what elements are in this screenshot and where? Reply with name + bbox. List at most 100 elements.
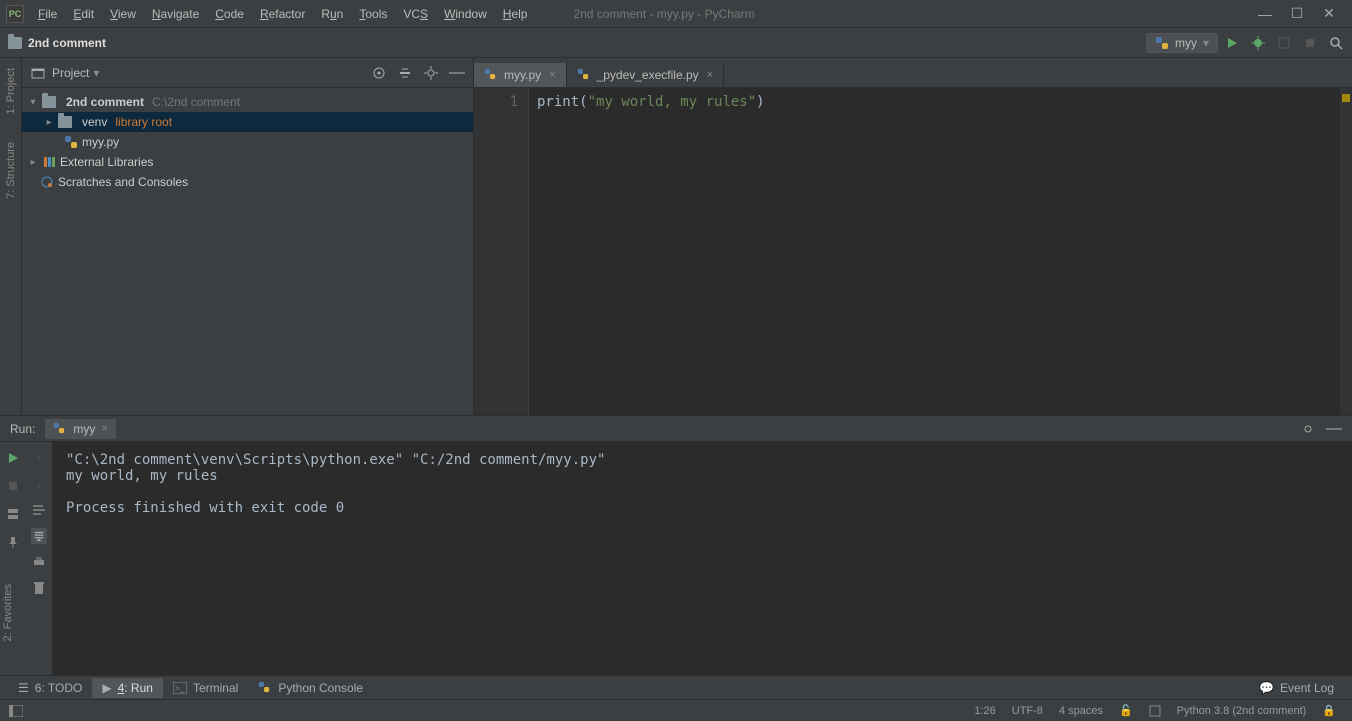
editor-error-stripe[interactable] <box>1340 88 1352 415</box>
code-fn: print <box>537 94 579 110</box>
search-icon[interactable] <box>1328 35 1344 51</box>
menu-tools[interactable]: Tools <box>353 5 393 23</box>
collapse-all-icon[interactable] <box>397 65 413 81</box>
debug-button[interactable] <box>1250 35 1266 51</box>
rerun-button[interactable] <box>5 450 21 466</box>
close-icon[interactable]: × <box>549 69 555 81</box>
bottom-tab-todo[interactable]: ☰ 6: TODO <box>8 678 92 698</box>
coverage-button[interactable] <box>1276 35 1292 51</box>
gear-icon[interactable] <box>1300 421 1316 437</box>
minimize-button[interactable]: — <box>1258 7 1272 21</box>
menu-help[interactable]: Help <box>497 5 534 23</box>
sidebar-tab-favorites[interactable]: 2: Favorites <box>0 580 16 645</box>
libraries-icon <box>42 155 56 169</box>
up-arrow-icon[interactable]: ↑ <box>31 450 47 466</box>
down-arrow-icon[interactable]: ↓ <box>31 476 47 492</box>
hide-icon[interactable]: — <box>1326 421 1342 437</box>
scroll-to-end-icon[interactable] <box>31 528 47 544</box>
tree-scratches[interactable]: Scratches and Consoles <box>22 172 473 192</box>
chevron-right-icon[interactable]: ▸ <box>28 157 38 168</box>
project-pane-title[interactable]: Project <box>52 66 89 80</box>
tree-root-name: 2nd comment <box>66 95 144 109</box>
sidebar-tab-structure[interactable]: 7: Structure <box>3 138 19 203</box>
editor-tab-pydev[interactable]: _pydev_execfile.py × <box>567 63 725 87</box>
close-icon[interactable]: × <box>101 423 107 435</box>
trash-icon[interactable] <box>31 580 47 596</box>
chevron-down-icon[interactable]: ▾ <box>28 97 38 108</box>
code-string: "my world, my rules" <box>588 94 757 110</box>
pin-button[interactable] <box>5 534 21 550</box>
editor-body[interactable]: 1 print("my world, my rules") <box>474 88 1352 415</box>
run-button[interactable] <box>1224 35 1240 51</box>
folder-icon <box>8 37 22 49</box>
bottom-tab-terminal[interactable]: >_ Terminal <box>163 678 248 698</box>
editor-tab-myy[interactable]: myy.py × <box>474 63 567 87</box>
editor-gutter: 1 <box>474 88 529 415</box>
hide-icon[interactable]: — <box>449 65 465 81</box>
layout-button[interactable] <box>5 506 21 522</box>
bottom-tool-tabs: ☰ 6: TODO ▶ 4: Run >_ Terminal Python Co… <box>0 675 1352 699</box>
maximize-button[interactable]: ☐ <box>1290 7 1304 21</box>
tab-label: _pydev_execfile.py <box>597 68 699 82</box>
chevron-down-icon: ▾ <box>1203 36 1209 50</box>
run-tab-myy[interactable]: myy × <box>45 419 115 439</box>
event-log-icon: 💬 <box>1259 681 1274 695</box>
tree-venv[interactable]: ▸ venv library root <box>22 112 473 132</box>
python-file-icon <box>64 135 78 149</box>
run-console[interactable]: "C:\2nd comment\venv\Scripts\python.exe"… <box>52 442 1352 675</box>
line-number: 1 <box>474 94 518 110</box>
warning-marker[interactable] <box>1342 94 1350 102</box>
gear-icon[interactable] <box>423 65 439 81</box>
tool-windows-icon[interactable] <box>8 703 24 719</box>
editor-code[interactable]: print("my world, my rules") <box>529 88 1340 415</box>
close-icon[interactable]: × <box>707 69 713 81</box>
bottom-tab-label: Terminal <box>193 681 238 695</box>
sidebar-tab-project[interactable]: 1: Project <box>3 64 19 118</box>
menu-view[interactable]: View <box>104 5 142 23</box>
menu-vcs[interactable]: VCS <box>397 5 434 23</box>
menu-bar: File Edit View Navigate Code Refactor Ru… <box>32 5 533 23</box>
menu-run[interactable]: Run <box>315 5 349 23</box>
tree-root[interactable]: ▾ 2nd comment C:\2nd comment <box>22 92 473 112</box>
tree-external-libraries[interactable]: ▸ External Libraries <box>22 152 473 172</box>
bottom-tab-event-log[interactable]: 💬 Event Log <box>1249 678 1344 698</box>
menu-code[interactable]: Code <box>209 5 250 23</box>
chevron-down-icon[interactable]: ▾ <box>93 66 99 80</box>
status-encoding[interactable]: UTF-8 <box>1004 705 1051 717</box>
stop-button[interactable] <box>1302 35 1318 51</box>
run-config-selector[interactable]: myy ▾ <box>1146 33 1218 53</box>
python-icon <box>258 681 272 695</box>
menu-edit[interactable]: Edit <box>67 5 100 23</box>
project-tree[interactable]: ▾ 2nd comment C:\2nd comment ▸ venv libr… <box>22 88 473 196</box>
bottom-tab-python-console[interactable]: Python Console <box>248 678 373 698</box>
menu-file[interactable]: File <box>32 5 63 23</box>
status-caret-pos[interactable]: 1:26 <box>966 705 1003 717</box>
bottom-tab-run[interactable]: ▶ 4: Run <box>92 678 163 698</box>
chevron-right-icon[interactable]: ▸ <box>44 117 54 128</box>
status-indent[interactable]: 4 spaces <box>1051 705 1111 717</box>
tree-file-name: myy.py <box>82 135 119 149</box>
status-lock-icon[interactable]: 🔒 <box>1314 704 1344 717</box>
print-icon[interactable] <box>31 554 47 570</box>
run-tool-window: Run: myy × — ↑ ↓ "C:\2nd comment\venv\Sc… <box>0 415 1352 675</box>
status-interpreter[interactable]: Python 3.8 (2nd comment) <box>1169 705 1315 717</box>
python-file-icon <box>577 68 591 82</box>
tree-scratches-label: Scratches and Consoles <box>58 175 188 189</box>
title-bar: PC File Edit View Navigate Code Refactor… <box>0 0 1352 28</box>
folder-icon <box>42 96 56 108</box>
close-button[interactable]: ✕ <box>1322 7 1336 21</box>
status-inspections-icon[interactable] <box>1141 705 1169 717</box>
menu-refactor[interactable]: Refactor <box>254 5 311 23</box>
python-icon <box>1155 36 1169 50</box>
menu-window[interactable]: Window <box>438 5 493 23</box>
status-readonly-icon[interactable]: 🔓 <box>1111 704 1141 717</box>
breadcrumb-project[interactable]: 2nd comment <box>28 36 106 50</box>
run-arrow-icon: ▶ <box>102 681 111 695</box>
soft-wrap-icon[interactable] <box>31 502 47 518</box>
menu-navigate[interactable]: Navigate <box>146 5 205 23</box>
stop-button[interactable] <box>5 478 21 494</box>
terminal-icon: >_ <box>173 682 187 694</box>
locate-icon[interactable] <box>371 65 387 81</box>
console-line: "C:\2nd comment\venv\Scripts\python.exe"… <box>66 452 605 468</box>
tree-file-myy[interactable]: myy.py <box>22 132 473 152</box>
